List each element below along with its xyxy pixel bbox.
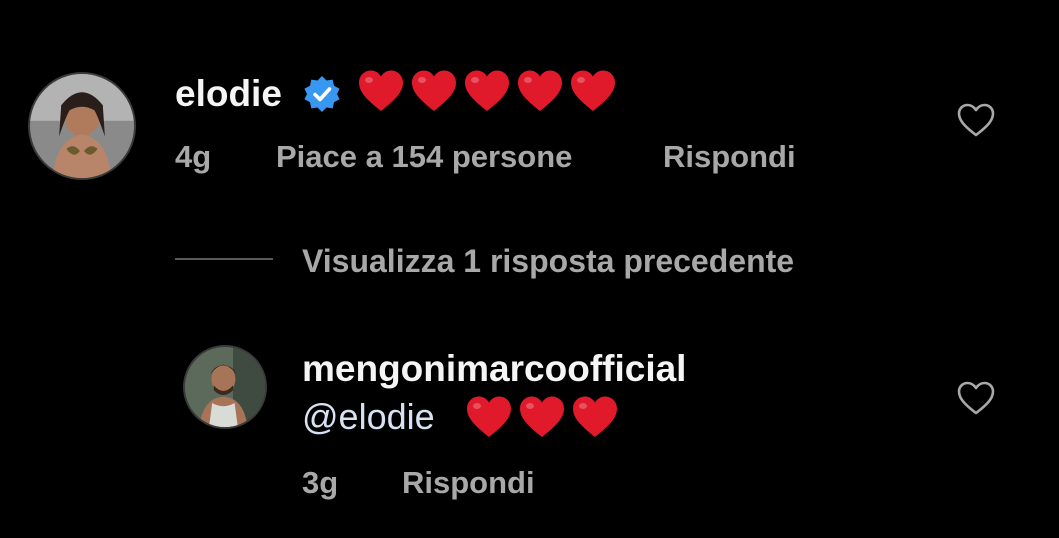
comment-reply-button[interactable]: Rispondi	[663, 141, 796, 172]
red-heart-emoji	[465, 70, 509, 111]
comment-like-button[interactable]	[956, 102, 996, 138]
comment-emoji-text	[356, 68, 618, 114]
red-heart-emoji	[518, 70, 562, 111]
verified-badge-icon	[302, 74, 342, 114]
comment-username[interactable]: elodie	[175, 75, 282, 112]
reply-like-button[interactable]	[956, 380, 996, 416]
red-heart-emoji	[571, 70, 615, 111]
red-heart-emoji	[412, 70, 456, 111]
red-heart-emoji	[573, 396, 617, 437]
avatar-mengonimarcoofficial-image	[185, 347, 265, 427]
reply-reply-button[interactable]: Rispondi	[402, 467, 535, 498]
red-heart-emoji	[467, 396, 511, 437]
avatar-elodie[interactable]	[28, 72, 136, 180]
reply-username[interactable]: mengonimarcoofficial	[302, 350, 686, 387]
avatar-mengonimarcoofficial[interactable]	[183, 345, 267, 429]
reply-mention-link[interactable]: @elodie	[302, 399, 435, 435]
view-previous-replies-button[interactable]: Visualizza 1 risposta precedente	[302, 245, 794, 277]
comment-likes-link[interactable]: Piace a 154 persone	[276, 141, 572, 172]
avatar-elodie-image	[30, 74, 134, 178]
red-heart-emoji	[520, 396, 564, 437]
red-heart-emoji	[359, 70, 403, 111]
reply-emoji-text	[464, 394, 620, 440]
comment-age: 4g	[175, 139, 212, 174]
replies-divider-line	[175, 258, 273, 260]
heart-outline-icon	[957, 103, 995, 137]
reply-age: 3g	[302, 465, 339, 500]
heart-outline-icon	[957, 381, 995, 415]
